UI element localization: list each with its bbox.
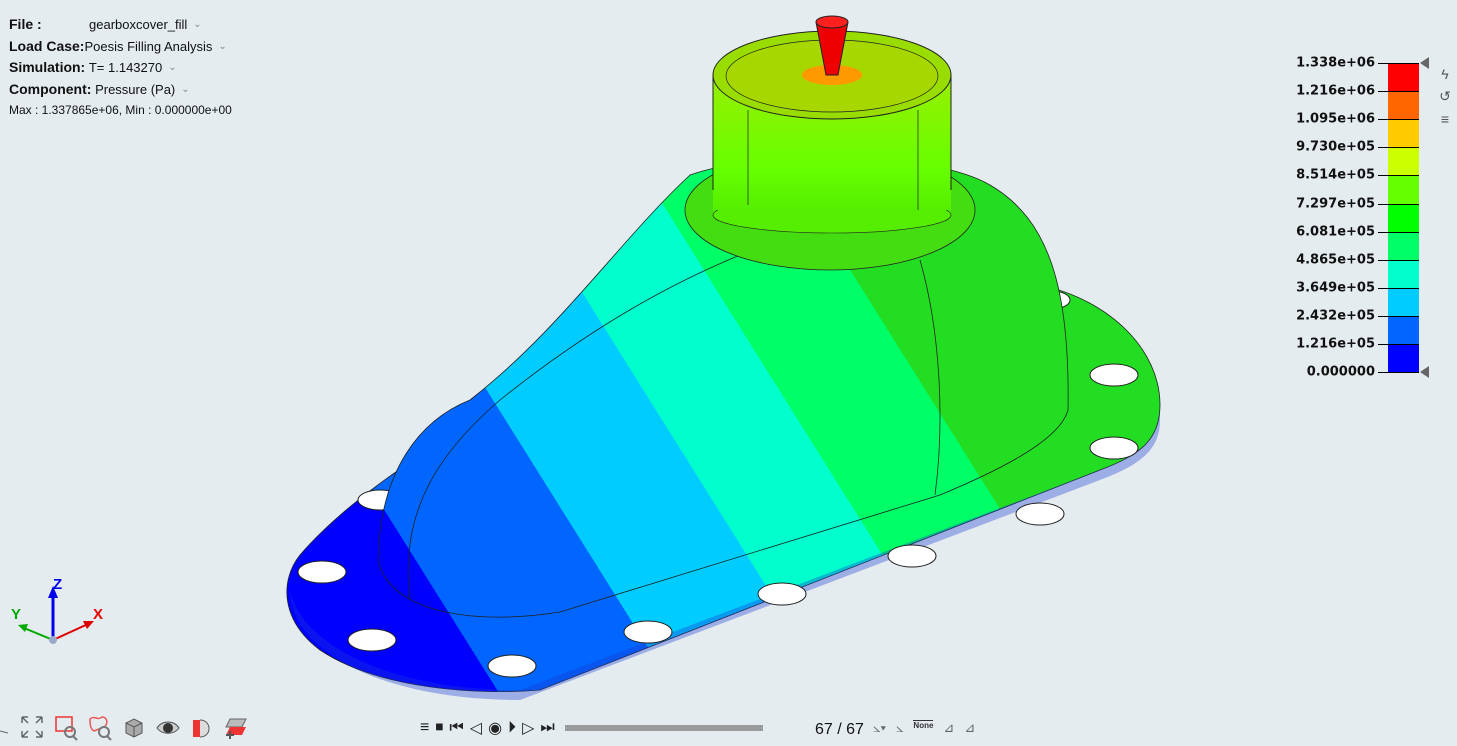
simulation-label: Simulation: [9,59,86,75]
max-min-readout: Max : 1.337865e+06, Min : 0.000000e+00 [9,103,232,117]
file-select[interactable]: gearboxcover_fill [89,14,187,36]
last-frame-button[interactable]: ⏭ [540,719,554,737]
legend-tick [1378,147,1419,149]
axis-y-label: Y [11,606,21,623]
file-label: File : [9,16,42,32]
stop-button[interactable]: ⏹ [435,719,443,737]
axis-z-label: Z [53,576,62,593]
legend-tick [1378,91,1419,93]
legend-band [1388,259,1419,289]
legend-tick [1378,231,1419,233]
first-frame-button[interactable]: ⏮ [449,719,463,737]
legend-band [1388,287,1419,317]
legend-band [1388,91,1419,120]
view-cube-icon[interactable] [122,715,146,741]
fit-view-icon[interactable] [20,715,44,741]
chevron-down-icon[interactable]: ⌄ [181,79,189,101]
animation-player: ≡ ⏹ ⏮ ◁ ◉ ⏵ ▷ ⏭ [420,718,763,738]
legend-tick [1378,259,1419,261]
curve-icon[interactable]: ⦣▾ [873,720,886,736]
loadcase-select[interactable]: Poesis Filling Analysis [84,36,212,58]
simulation-select[interactable]: T= 1.143270 [89,57,162,79]
legend-label: 7.297e+05 [1296,196,1375,211]
legend-label: 0.000000 [1306,364,1375,380]
legend-band [1388,315,1419,345]
menu-icon[interactable]: ≡ [1438,111,1452,127]
legend-tick [1378,203,1419,205]
chevron-down-icon[interactable]: ⌄ [218,36,226,58]
legend-label: 9.730e+05 [1296,139,1375,155]
result-info-panel: File : gearboxcover_fill ⌄ Load Case: Poesi… [9,14,232,122]
line-dashed-icon[interactable]: ⊿ [964,720,975,736]
axis-x-label: X [93,606,103,623]
legend-limit-handle[interactable] [1420,366,1429,379]
lightning-icon[interactable]: ϟ [1438,66,1452,82]
eye-icon[interactable] [156,715,180,741]
legend-tick [1378,63,1419,64]
legend-tick [1378,344,1419,345]
menu-icon[interactable]: ≡ [420,719,429,737]
loadcase-label: Load Case: [9,37,85,54]
legend-label: 8.514e+05 [1296,167,1375,183]
section-cut-icon[interactable] [190,715,214,741]
sprue-cylinder [684,15,976,271]
legend-label: 2.432e+05 [1296,308,1375,324]
reset-icon[interactable]: ↺ [1438,88,1452,105]
legend-label: 3.649e+05 [1296,280,1375,296]
zoom-lasso-icon[interactable] [88,715,112,741]
legend-tick [1378,372,1419,374]
legend-limit-handle[interactable] [1420,57,1429,69]
frame-counter: 67 / 67 [815,721,864,738]
line-icon[interactable]: ⊿ [943,720,954,736]
legend-band [1388,175,1419,204]
pressure-color-legend: 1.338e+06 1.216e+06 1.095e+06 9.730e+05 8.51… [1290,55,1457,385]
legend-label: 6.081e+05 [1296,224,1375,240]
legend-label: 1.216e+06 [1296,83,1375,99]
play-button[interactable]: ⏵ [508,719,516,737]
step-back-button[interactable]: ◁ [470,718,482,738]
arrow-icon[interactable] [0,715,10,741]
chevron-down-icon[interactable]: ⌄ [168,57,176,79]
legend-label: 1.338e+06 [1296,55,1375,71]
timeline-slider[interactable] [564,725,763,731]
axis-triad: Z X Y [11,576,103,644]
legend-label: 1.216e+05 [1296,336,1375,352]
step-forward-button[interactable]: ▷ [522,718,534,738]
legend-band [1388,147,1419,176]
legend-band [1388,231,1419,261]
legend-band [1388,344,1419,373]
legend-band [1388,63,1419,92]
component-label: Component: [9,80,92,97]
zoom-box-icon[interactable] [54,715,78,741]
chevron-down-icon[interactable]: ⌄ [193,14,201,36]
record-button[interactable]: ◉ [488,718,502,738]
legend-band [1388,119,1419,148]
plot-tools: ⦣▾ ⦣ None ⊿ ⊿ [873,720,975,736]
layers-add-icon[interactable] [224,715,248,741]
legend-tick [1378,315,1419,317]
legend-tick [1378,287,1419,289]
none-select[interactable]: None [913,720,934,736]
legend-tools: ϟ ↺ ≡ [1438,66,1452,127]
component-select[interactable]: Pressure (Pa) [95,79,175,101]
legend-label: 4.865e+05 [1296,252,1375,268]
legend-tick [1378,119,1419,121]
curve-bold-icon[interactable]: ⦣ [896,720,903,736]
legend-tick [1378,175,1419,177]
legend-label: 1.095e+06 [1296,111,1375,127]
legend-band [1388,203,1419,233]
view-toolbar [0,715,248,741]
